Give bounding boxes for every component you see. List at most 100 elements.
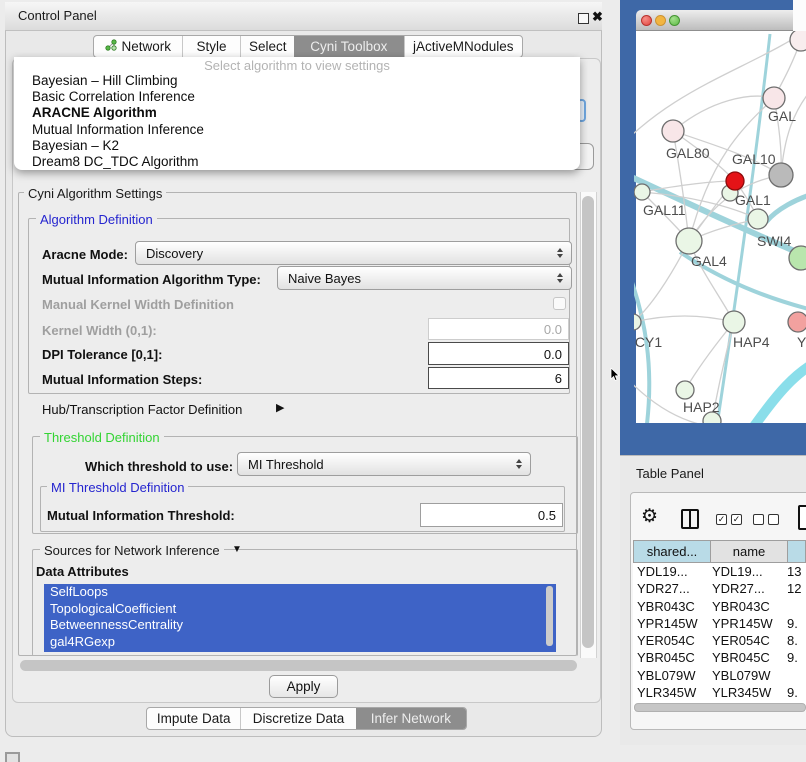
table-cell: 9. — [787, 684, 806, 701]
collapse-down-icon[interactable]: ▼ — [232, 544, 242, 555]
expand-right-icon[interactable]: ▶ — [276, 401, 284, 414]
table-row[interactable]: YBL079WYBL079W — [633, 667, 806, 684]
screenshot-stage: Control Panel ✖ Network Style Select Cyn… — [0, 0, 806, 762]
close-traffic-light[interactable] — [641, 15, 652, 26]
tab-network[interactable]: Network — [94, 36, 182, 57]
table-cell: YDL19... — [633, 563, 712, 580]
table-cell: YPR145W — [633, 615, 712, 632]
column-header-partial[interactable] — [788, 540, 806, 563]
sources-legend: Sources for Network Inference — [40, 543, 224, 558]
mi-steps-field[interactable]: 6 — [428, 367, 569, 389]
algorithm-option-selected[interactable]: ARACNE Algorithm — [32, 105, 204, 121]
table-cell: YBL079W — [712, 667, 787, 684]
hub-definition-label[interactable]: Hub/Transcription Factor Definition — [42, 402, 242, 417]
table-cell: YLR345W — [633, 684, 712, 701]
algorithm-dropdown-prompt: Select algorithm to view settings — [14, 58, 580, 73]
tab-jactivemnodules[interactable]: jActiveMNodules — [404, 36, 522, 57]
table-cell: YDL19... — [712, 563, 787, 580]
algorithm-definition-legend: Algorithm Definition — [36, 212, 157, 227]
attribute-item-selected[interactable]: gal4RGexp — [44, 634, 556, 651]
algorithm-option[interactable]: Dream8 DC_TDC Algorithm — [32, 154, 204, 170]
algorithm-option[interactable]: Basic Correlation Inference — [32, 89, 204, 105]
tab-infer-network[interactable]: Infer Network — [356, 708, 466, 729]
table-hscrollbar-thumb[interactable] — [634, 703, 806, 712]
table-row[interactable]: YDL19...YDL19...13 — [633, 563, 806, 580]
attribute-item-selected[interactable]: BetweennessCentrality — [44, 617, 556, 634]
aracne-mode-combo[interactable]: Discovery — [135, 241, 572, 265]
table-row[interactable]: YLR345WYLR345W9. — [633, 684, 806, 701]
network-icon — [105, 39, 117, 54]
table-cell: YER054C — [633, 632, 712, 649]
apply-button[interactable]: Apply — [269, 675, 338, 698]
table-row[interactable]: YBR045CYBR045C9. — [633, 649, 806, 666]
close-icon[interactable]: ✖ — [592, 9, 603, 25]
checked-checkbox-icon[interactable]: ✓ — [716, 514, 727, 525]
attribute-item-selected[interactable]: TopologicalCoefficient — [44, 601, 556, 618]
table-header-row: shared... name — [633, 540, 806, 563]
table-cell: 9. — [787, 615, 806, 632]
mouse-cursor — [610, 368, 620, 381]
tab-impute-data[interactable]: Impute Data — [147, 708, 240, 729]
aracne-mode-label: Aracne Mode: — [42, 247, 128, 262]
tab-cyni-toolbox[interactable]: Cyni Toolbox — [294, 36, 403, 57]
dpi-tolerance-field[interactable]: 0.0 — [428, 342, 569, 365]
network-window-titlebar[interactable] — [636, 10, 793, 31]
mi-threshold-label: Mutual Information Threshold: — [47, 508, 235, 523]
table-body[interactable]: YDL19...YDL19...13YDR27...YDR27...12YBR0… — [633, 563, 806, 711]
zoom-traffic-light[interactable] — [669, 15, 680, 26]
table-cell: YBR043C — [633, 598, 712, 615]
partial-toolbar-icon[interactable] — [798, 505, 806, 530]
cyni-algorithm-settings-legend: Cyni Algorithm Settings — [24, 186, 166, 201]
algorithm-option[interactable]: Mutual Information Inference — [32, 122, 204, 138]
mi-type-combo[interactable]: Naive Bayes — [277, 266, 572, 290]
kernel-width-label: Kernel Width (0,1): — [42, 323, 157, 338]
mi-steps-label: Mutual Information Steps: — [42, 372, 202, 387]
algorithm-option[interactable]: Bayesian – K2 — [32, 138, 204, 154]
which-threshold-label: Which threshold to use: — [85, 459, 233, 474]
column-header-shared-name[interactable]: shared... — [633, 540, 711, 563]
checked-checkbox-icon[interactable]: ✓ — [731, 514, 742, 525]
combo-arrows-icon — [511, 459, 527, 469]
combo-arrows-icon — [552, 248, 568, 258]
data-attributes-list[interactable]: SelfLoops TopologicalCoefficient Between… — [44, 584, 556, 652]
tab-style[interactable]: Style — [182, 36, 241, 57]
unchecked-checkbox-icon[interactable] — [753, 514, 764, 525]
table-cell: 8. — [787, 632, 806, 649]
settings-hscrollbar-thumb[interactable] — [20, 660, 577, 671]
cyni-bottom-tab-bar: Impute Data Discretize Data Infer Networ… — [146, 707, 467, 730]
table-cell — [787, 598, 806, 615]
manual-kernel-checkbox[interactable] — [553, 297, 566, 310]
tab-select[interactable]: Select — [240, 36, 294, 57]
columns-icon[interactable] — [681, 509, 699, 529]
column-header-name[interactable]: name — [711, 540, 788, 563]
table-row[interactable]: YDR27...YDR27...12 — [633, 580, 806, 597]
minimized-panel-icon[interactable] — [5, 752, 20, 762]
manual-kernel-label: Manual Kernel Width Definition — [42, 297, 234, 312]
table-cell: YBR045C — [633, 649, 712, 666]
float-window-icon[interactable] — [578, 13, 589, 24]
table-row[interactable]: YER054CYER054C8. — [633, 632, 806, 649]
table-row[interactable]: YBR043CYBR043C — [633, 598, 806, 615]
table-cell: 9. — [787, 649, 806, 666]
unchecked-checkbox-icon[interactable] — [768, 514, 779, 525]
table-panel-title: Table Panel — [636, 466, 704, 481]
kernel-width-field[interactable]: 0.0 — [428, 318, 569, 340]
tab-discretize-data[interactable]: Discretize Data — [240, 708, 355, 729]
which-threshold-combo[interactable]: MI Threshold — [237, 452, 531, 476]
network-view-canvas[interactable] — [636, 31, 806, 423]
attribute-item-selected[interactable]: SelfLoops — [44, 584, 556, 601]
table-cell: YPR145W — [712, 615, 787, 632]
mi-type-label: Mutual Information Algorithm Type: — [42, 272, 261, 287]
table-row[interactable]: YPR145WYPR145W9. — [633, 615, 806, 632]
mi-threshold-field[interactable]: 0.5 — [420, 503, 563, 527]
control-panel-title: Control Panel — [18, 8, 97, 23]
attribute-list-scrollbar[interactable] — [546, 586, 553, 646]
algorithm-option[interactable]: Bayesian – Hill Climbing — [32, 73, 204, 89]
table-cell — [787, 667, 806, 684]
table-cell: YLR345W — [712, 684, 787, 701]
table-cell: YBL079W — [633, 667, 712, 684]
settings-gear-icon[interactable]: ⚙ — [641, 505, 658, 528]
settings-vscrollbar-thumb[interactable] — [582, 196, 594, 648]
algorithm-dropdown-popup: Select algorithm to view settings Bayesi… — [14, 57, 580, 170]
minimize-traffic-light[interactable] — [655, 15, 666, 26]
